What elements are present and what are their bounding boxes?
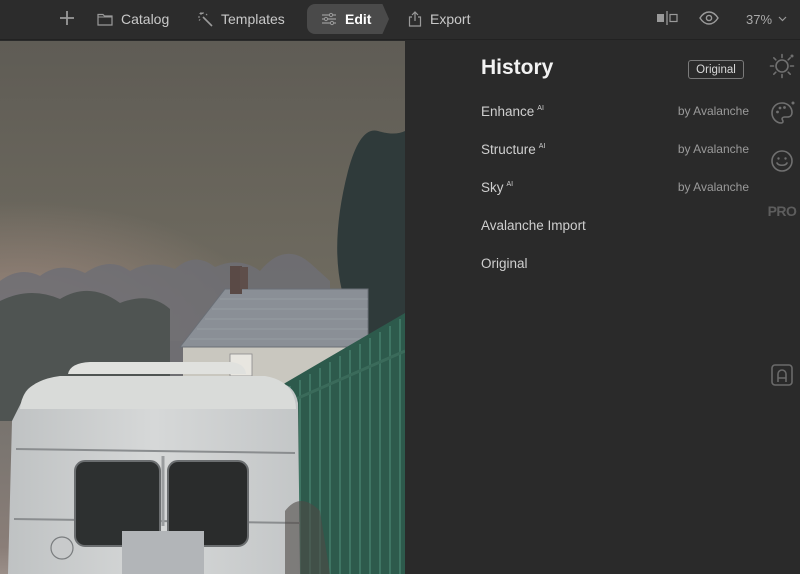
photo-canvas[interactable] [0,41,405,574]
plus-icon [59,10,75,29]
tab-catalog[interactable]: Catalog [97,0,169,38]
zoom-level-value: 37% [746,11,773,27]
sun-icon [769,53,795,84]
sliders-icon [321,12,337,26]
history-item-author: by Avalanche [677,180,749,194]
history-item-name: Sky [481,179,504,195]
split-compare-icon [656,10,678,28]
tab-templates-label: Templates [221,11,285,27]
zoom-level-dropdown[interactable]: 37% [746,0,787,38]
tab-edit-label: Edit [345,11,372,27]
tool-pro-button[interactable]: PRO [767,198,797,224]
smiley-icon [769,148,795,179]
tab-export[interactable]: Export [408,0,470,38]
ai-badge: AI [506,180,514,188]
history-item[interactable]: Sky AI by Avalanche [481,176,749,198]
history-item[interactable]: Structure AI by Avalanche [481,138,749,160]
compare-toggle-button[interactable] [656,0,678,38]
magic-wand-icon [197,11,213,27]
history-item-name: Structure [481,141,536,157]
tool-local-masking-button[interactable] [769,363,795,392]
add-button[interactable] [56,0,78,38]
chevron-down-icon [778,14,787,25]
history-item-author: by Avalanche [677,104,749,118]
ai-badge: AI [538,142,546,150]
share-export-icon [408,11,422,27]
history-item[interactable]: Enhance AI by Avalanche [481,100,749,122]
tab-templates[interactable]: Templates [197,0,285,38]
history-item-name: Enhance [481,103,535,119]
history-item-name: Avalanche Import [481,217,586,233]
top-toolbar: Catalog Templates Edit Export 37% [0,0,800,40]
tool-portrait-button[interactable] [769,148,795,179]
palette-icon [769,100,795,131]
history-item[interactable]: Avalanche Import [481,214,749,236]
history-item-name: Original [481,255,528,271]
ai-badge: AI [537,104,544,112]
history-item-author: by Avalanche [677,142,749,156]
tab-export-label: Export [430,11,471,27]
tab-edit[interactable]: Edit [307,4,389,34]
history-panel: History Original Enhance AI by Avalanche … [405,41,800,574]
folder-icon [97,12,113,26]
framed-a-icon [770,363,794,392]
photo-image [0,41,405,574]
history-item[interactable]: Original [481,252,749,274]
pro-label: PRO [767,203,797,219]
history-title: History [481,56,554,79]
tab-catalog-label: Catalog [121,11,170,27]
app-window: Catalog Templates Edit Export 37% Histor… [0,0,800,574]
show-original-button[interactable]: Original [688,60,744,79]
preview-toggle-button[interactable] [699,0,719,38]
tool-creative-button[interactable] [769,100,795,131]
eye-icon [699,10,719,28]
tool-essentials-button[interactable] [769,53,795,84]
